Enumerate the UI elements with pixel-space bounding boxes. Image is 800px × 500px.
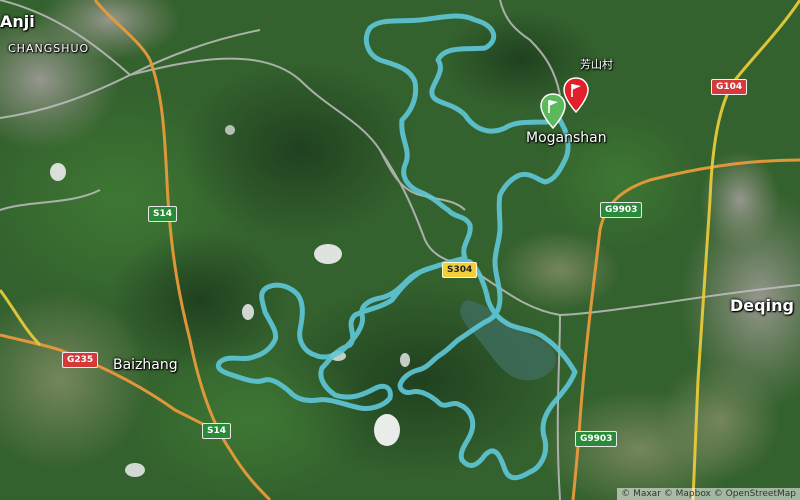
map-attribution[interactable]: © Maxar © Mapbox © OpenStreetMap: [617, 488, 800, 500]
road-shield-g235: G235: [62, 352, 99, 368]
road-shield-g9903-north: G9903: [600, 202, 643, 218]
city-label-anji: Anji: [0, 12, 35, 31]
town-label-baizhang: Baizhang: [113, 357, 178, 373]
road-shield-s304: S304: [442, 262, 478, 278]
map-terrain: [0, 0, 800, 500]
road-shield-s14-north: S14: [148, 206, 178, 222]
end-marker-icon[interactable]: [563, 77, 589, 113]
road-shield-g104: G104: [711, 79, 748, 95]
district-label-changshuo: CHANGSHUO: [8, 42, 90, 55]
map-view[interactable]: Anji CHANGSHUO 芳山村 Moganshan Deqing Baiz…: [0, 0, 800, 500]
road-shield-s14-south: S14: [202, 423, 232, 439]
town-label-moganshan: Moganshan: [526, 130, 607, 146]
village-label-fangshancun: 芳山村: [580, 58, 613, 71]
city-label-deqing: Deqing: [730, 296, 794, 315]
road-shield-g9903-south: G9903: [575, 431, 618, 447]
